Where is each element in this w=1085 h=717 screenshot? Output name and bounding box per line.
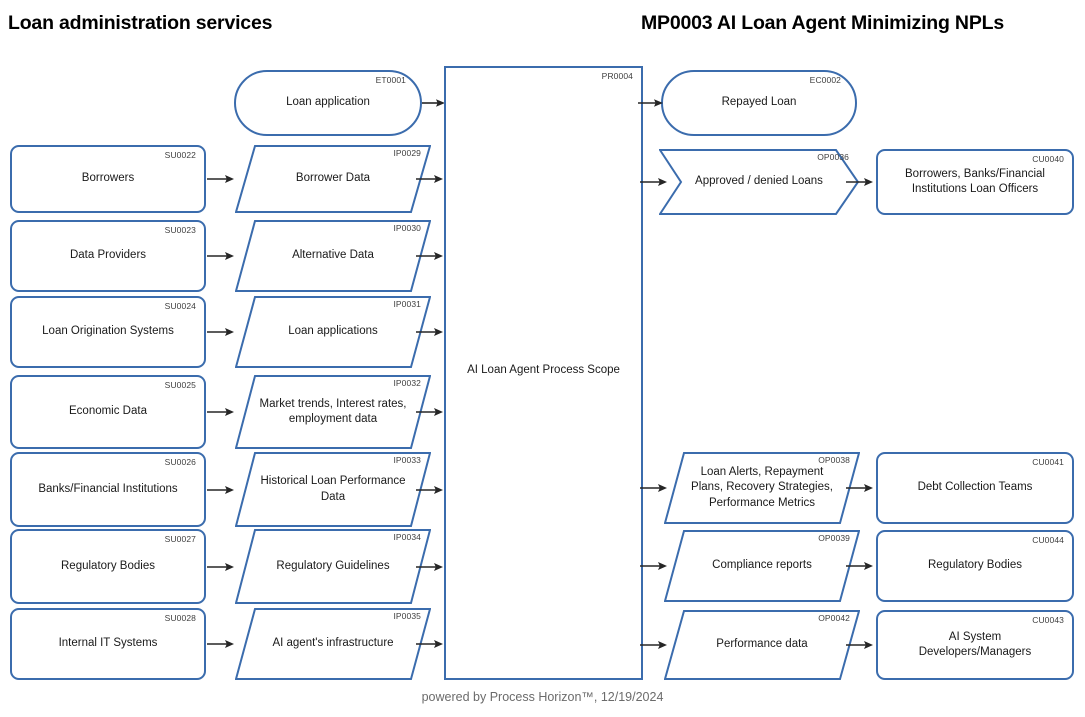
node-label: Regulatory Bodies bbox=[928, 559, 1022, 572]
customer-CU0041[interactable]: CU0041 Debt Collection Teams bbox=[876, 452, 1074, 524]
node-label: AI agent's infrastructure bbox=[272, 637, 394, 650]
node-label: Borrowers, Banks/Financial Institutions … bbox=[905, 167, 1045, 195]
input-IP0032[interactable]: IP0032 Market trends, Interest rates, emp… bbox=[235, 375, 431, 449]
node-label: Approved / denied Loans bbox=[695, 175, 823, 188]
node-label: Borrower Data bbox=[295, 172, 371, 185]
output-OP0038[interactable]: OP0038 Loan Alerts, Repayment Plans, Reco… bbox=[664, 452, 860, 524]
node-label: Performance data bbox=[716, 638, 808, 651]
customer-CU0044[interactable]: CU0044 Regulatory Bodies bbox=[876, 530, 1074, 602]
output-OP0039[interactable]: OP0039 Compliance reports bbox=[664, 530, 860, 602]
node-label: Borrowers bbox=[81, 172, 135, 185]
input-IP0030[interactable]: IP0030 Alternative Data bbox=[235, 220, 431, 292]
output-OP0036[interactable]: OP0036 Approved / denied Loans bbox=[659, 149, 859, 215]
arrow-supplier-to-input-6 bbox=[207, 639, 235, 649]
customer-CU0040[interactable]: CU0040 Borrowers, Banks/Financial Institu… bbox=[876, 149, 1074, 215]
arrow-supplier-to-input-1 bbox=[207, 251, 235, 261]
input-IP0029[interactable]: IP0029 Borrower Data bbox=[235, 145, 431, 213]
output-OP0042[interactable]: OP0042 Performance data bbox=[664, 610, 860, 680]
supplier-SU0025[interactable]: SU0025 Economic Data bbox=[10, 375, 206, 449]
node-label: Debt Collection Teams bbox=[917, 481, 1033, 494]
input-IP0035[interactable]: IP0035 AI agent's infrastructure bbox=[235, 608, 431, 680]
diagram-canvas: Loan administration services MP0003 AI L… bbox=[0, 0, 1085, 717]
input-IP0033[interactable]: IP0033 Historical Loan Performance Data bbox=[235, 452, 431, 527]
node-label: AI Loan Agent Process Scope bbox=[467, 364, 620, 377]
node-label: Loan Origination Systems bbox=[42, 325, 174, 338]
arrow-supplier-to-input-5 bbox=[207, 562, 235, 572]
node-label: Regulatory Bodies bbox=[61, 559, 155, 572]
footer-credit: powered by Process Horizon™, 12/19/2024 bbox=[421, 690, 664, 704]
supplier-SU0023[interactable]: SU0023 Data Providers bbox=[10, 220, 206, 292]
node-label: Economic Data bbox=[69, 405, 147, 418]
supplier-SU0024[interactable]: SU0024 Loan Origination Systems bbox=[10, 296, 206, 368]
arrow-trigger-to-process bbox=[422, 98, 446, 108]
node-label: Loan application bbox=[286, 96, 370, 109]
supplier-SU0022[interactable]: SU0022 Borrowers bbox=[10, 145, 206, 213]
right-title: MP0003 AI Loan Agent Minimizing NPLs bbox=[641, 12, 1004, 34]
node-label: Internal IT Systems bbox=[58, 637, 158, 650]
arrow-supplier-to-input-0 bbox=[207, 174, 235, 184]
end-event-EC0002[interactable]: EC0002 Repayed Loan bbox=[661, 70, 857, 136]
input-IP0034[interactable]: IP0034 Regulatory Guidelines bbox=[235, 529, 431, 604]
node-label: Banks/Financial Institutions bbox=[38, 482, 178, 495]
supplier-SU0028[interactable]: SU0028 Internal IT Systems bbox=[10, 608, 206, 680]
node-label: Regulatory Guidelines bbox=[276, 559, 390, 572]
node-label: Repayed Loan bbox=[721, 96, 797, 109]
node-label: Loan applications bbox=[288, 325, 378, 338]
arrow-process-to-end-event bbox=[638, 98, 664, 108]
node-label: AI System Developers/Managers bbox=[918, 630, 1032, 658]
node-label: Market trends, Interest rates, employmen… bbox=[259, 397, 407, 425]
node-label: Compliance reports bbox=[712, 559, 812, 572]
trigger-event-ET0001[interactable]: ET0001 Loan application bbox=[234, 70, 422, 136]
node-label: Loan Alerts, Repayment Plans, Recovery S… bbox=[691, 466, 833, 509]
node-label: Historical Loan Performance Data bbox=[260, 475, 406, 503]
node-label: Data Providers bbox=[69, 249, 147, 262]
supplier-SU0027[interactable]: SU0027 Regulatory Bodies bbox=[10, 529, 206, 604]
arrow-supplier-to-input-3 bbox=[207, 407, 235, 417]
node-label: Alternative Data bbox=[292, 249, 374, 262]
supplier-SU0026[interactable]: SU0026 Banks/Financial Institutions bbox=[10, 452, 206, 527]
arrow-supplier-to-input-2 bbox=[207, 327, 235, 337]
arrow-supplier-to-input-4 bbox=[207, 485, 235, 495]
left-title: Loan administration services bbox=[8, 12, 273, 34]
input-IP0031[interactable]: IP0031 Loan applications bbox=[235, 296, 431, 368]
process-scope-PR0004[interactable]: PR0004 AI Loan Agent Process Scope bbox=[444, 66, 643, 680]
customer-CU0043[interactable]: CU0043 AI System Developers/Managers bbox=[876, 610, 1074, 680]
